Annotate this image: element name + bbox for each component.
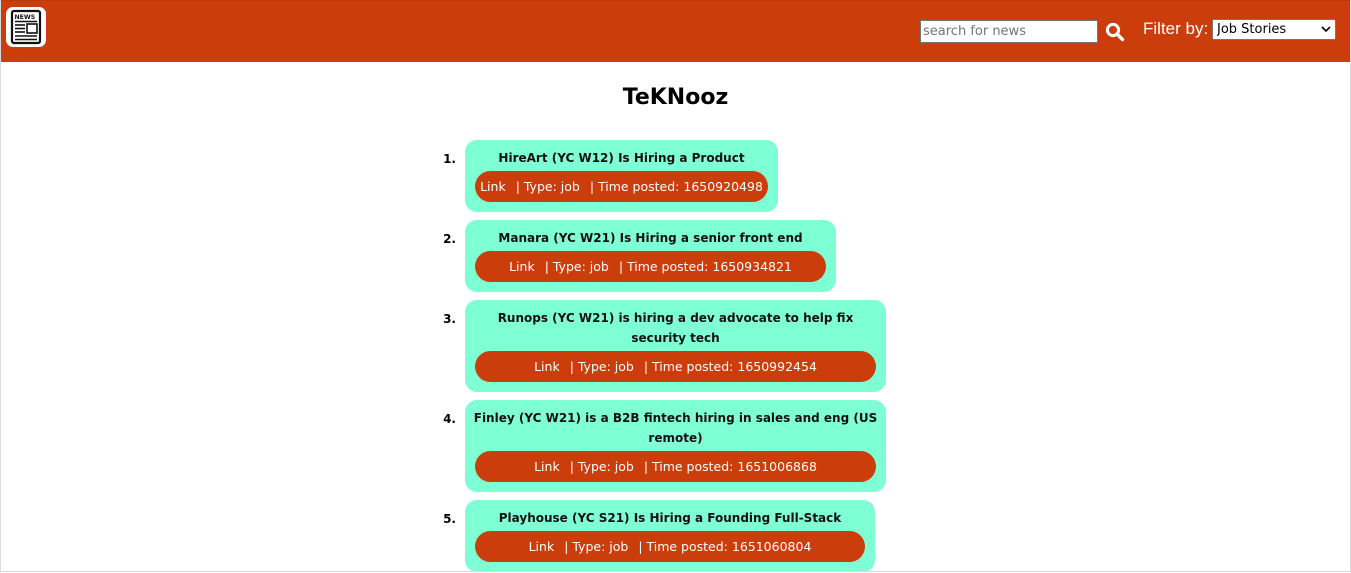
search-icon (1105, 22, 1125, 42)
story-title: Finley (YC W21) is a B2B fintech hiring … (473, 411, 878, 445)
story-meta: Link | Type: job | Time posted: 16509924… (475, 351, 876, 382)
story-type: | Type: job (569, 359, 634, 374)
news-card: HireArt (YC W12) Is Hiring a Product Des… (465, 140, 778, 212)
logo-text: NEWS (15, 14, 36, 21)
story-time: | Time posted: 1651060804 (638, 539, 812, 554)
story-link[interactable]: Link (534, 359, 560, 374)
story-link[interactable]: Link (480, 179, 506, 194)
filter-select[interactable]: Job Stories (1212, 19, 1336, 40)
story-meta: Link | Type: job | Time posted: 16510608… (475, 531, 865, 562)
news-card: Finley (YC W21) is a B2B fintech hiring … (465, 400, 886, 492)
story-time: | Time posted: 1650934821 (618, 259, 792, 274)
news-card: Runops (YC W21) is hiring a dev advocate… (465, 300, 886, 392)
story-type: | Type: job (544, 259, 609, 274)
item-number: 5. (443, 512, 456, 526)
story-time: | Time posted: 1651006868 (643, 459, 817, 474)
item-number: 2. (443, 232, 456, 246)
item-number: 3. (443, 312, 456, 326)
news-card: Manara (YC W21) Is Hiring a senior front… (465, 220, 836, 292)
story-type: | Type: job (515, 179, 580, 194)
story-link[interactable]: Link (509, 259, 535, 274)
filter-label: Filter by: (1143, 19, 1209, 38)
story-time: | Time posted: 1650992454 (643, 359, 817, 374)
story-meta: Link | Type: job | Time posted: 16509204… (475, 171, 768, 202)
filter-selected-value: Job Stories (1217, 22, 1287, 37)
story-link[interactable]: Link (529, 539, 555, 554)
story-time: | Time posted: 1650920498 (589, 179, 763, 194)
newspaper-icon: NEWS (10, 9, 42, 45)
story-meta: Link | Type: job | Time posted: 16509348… (475, 251, 826, 282)
search-input[interactable] (920, 20, 1098, 43)
app-logo[interactable]: NEWS (6, 7, 46, 47)
page-title: TeKNooz (622, 85, 729, 110)
search-button[interactable] (1104, 21, 1126, 43)
story-title: Runops (YC W21) is hiring a dev advocate… (497, 311, 854, 345)
app-frame: NEWS Filter by: Job Stories (0, 0, 1351, 572)
story-type: | Type: job (569, 459, 634, 474)
story-link[interactable]: Link (534, 459, 560, 474)
news-card: Playhouse (YC S21) Is Hiring a Founding … (465, 500, 875, 571)
top-navbar: NEWS Filter by: Job Stories (1, 0, 1350, 62)
item-number: 1. (443, 152, 456, 166)
story-meta: Link | Type: job | Time posted: 16510068… (475, 451, 876, 482)
item-number: 4. (443, 412, 456, 426)
chevron-down-icon (1321, 26, 1331, 33)
story-type: | Type: job (564, 539, 629, 554)
